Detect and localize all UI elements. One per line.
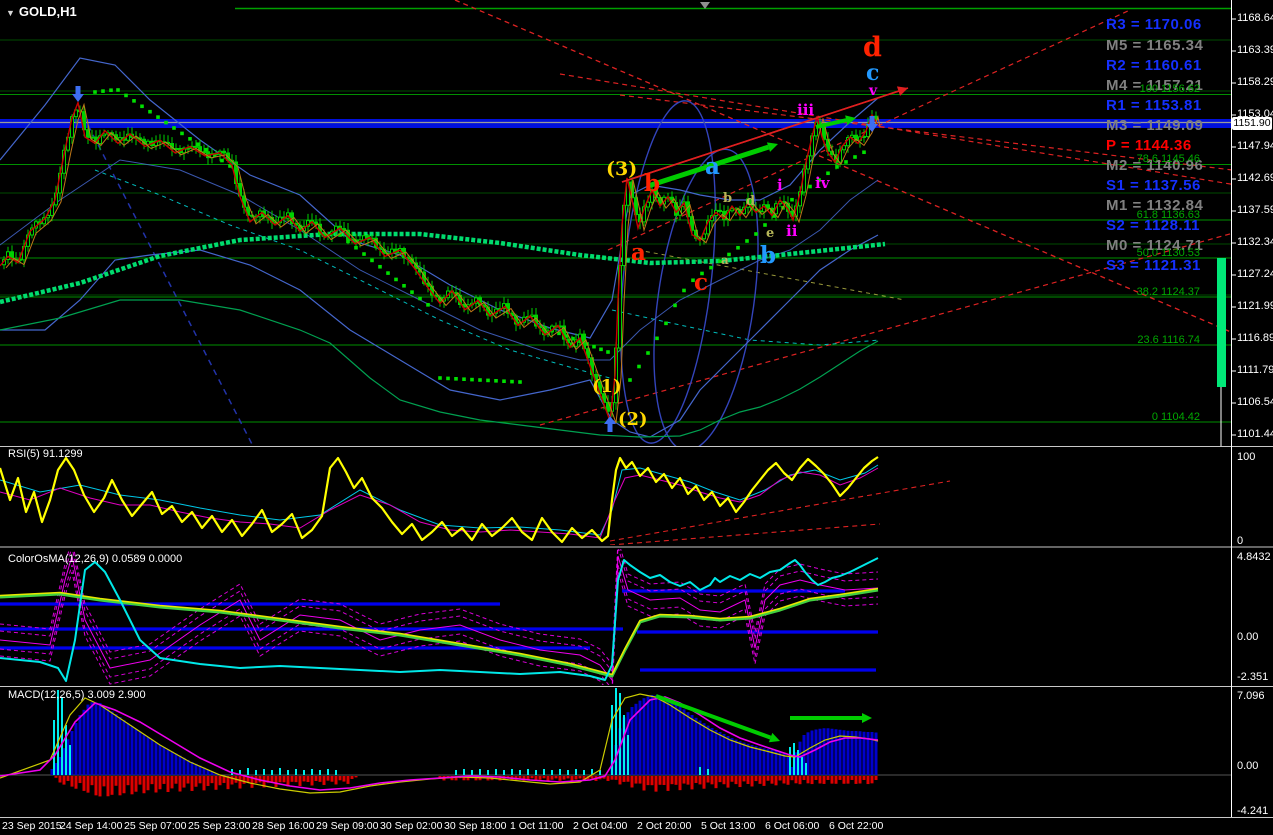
fib-level-label: 38.2 1124.37 [1136, 286, 1200, 298]
fib-level-label: 50.0 1130.53 [1136, 247, 1200, 259]
wave-label: v [869, 83, 878, 99]
pivot-label-m3: M3 = 1149.09 [1106, 117, 1204, 134]
price-tick: 1137.59 [1237, 204, 1273, 216]
wave-label: iv [815, 174, 830, 192]
pivot-label-s1: S1 = 1137.56 [1106, 177, 1201, 194]
fib-level-label: 100 1156.62 [1139, 83, 1200, 95]
macd-axis-value: -4.241 [1237, 805, 1269, 817]
osma-axis-value: 4.8432 [1237, 551, 1271, 563]
rsi-axis-value: 100 [1237, 451, 1256, 463]
price-tick: 1132.34 [1237, 236, 1273, 248]
wave-label: c [694, 269, 709, 296]
pivot-label-m5: M5 = 1165.34 [1106, 37, 1204, 54]
fib-level-label: 0 1104.42 [1151, 411, 1200, 423]
time-label: 2 Oct 04:00 [573, 820, 628, 832]
price-tick: 1168.64 [1237, 12, 1273, 24]
pivot-label-r2: R2 = 1160.61 [1106, 57, 1202, 74]
rsi-indicator-label: RSI(5) 91.1299 [8, 448, 83, 460]
price-tick: 1158.29 [1237, 76, 1273, 88]
price-tick: 1142.69 [1237, 172, 1273, 184]
wave-label: d [746, 194, 756, 209]
symbol-period-label: GOLD,H1 [18, 4, 77, 19]
wave-label: d [863, 32, 882, 63]
current-price-marker: 1151.90 [1232, 117, 1272, 130]
time-label: 25 Sep 23:00 [188, 820, 251, 832]
wave-label: ii [786, 222, 798, 240]
fib-level-label: 61.8 1136.63 [1136, 209, 1200, 221]
time-label: 5 Oct 13:00 [701, 820, 756, 832]
wave-label: b [723, 191, 733, 206]
price-tick: 1163.39 [1237, 44, 1273, 56]
wave-label: c [866, 60, 880, 86]
osma-axis-value: -2.351 [1237, 671, 1269, 683]
time-label: 25 Sep 07:00 [124, 820, 187, 832]
pivot-label-r1: R1 = 1153.81 [1106, 97, 1202, 114]
wave-label: (2) [618, 409, 648, 430]
wave-label: (1) [592, 376, 622, 397]
price-tick: 1101.44 [1237, 428, 1273, 440]
price-tick: 1147.94 [1237, 140, 1273, 152]
price-tick: 1121.99 [1237, 300, 1273, 312]
macd-indicator-label: MACD(12,26,5) 3.009 2.900 [8, 689, 146, 701]
time-label: 30 Sep 02:00 [380, 820, 443, 832]
time-label: 2 Oct 20:00 [637, 820, 692, 832]
fib-level-label: 78.6 1145.46 [1136, 153, 1200, 165]
wave-label: a [631, 239, 646, 266]
macd-axis-value: 0.00 [1237, 760, 1259, 772]
mt4-chart-window: ▼ GOLD,H1 RSI(5) 91.1299 ColorOsMA(12,26,… [0, 0, 1273, 835]
time-label: 24 Sep 14:00 [60, 820, 123, 832]
osma-indicator-label: ColorOsMA(12,26,9) 0.0589 0.0000 [8, 553, 183, 565]
time-label: 29 Sep 09:00 [316, 820, 379, 832]
wave-label: a [721, 253, 729, 267]
osma-axis-value: 0.00 [1237, 631, 1259, 643]
pivot-label-s3: S3 = 1121.31 [1106, 257, 1201, 274]
macd-axis-value: 7.096 [1237, 690, 1265, 702]
chart-title[interactable]: ▼ GOLD,H1 [6, 5, 77, 18]
wave-label: (3) [606, 158, 638, 180]
wave-label: b [644, 170, 661, 197]
price-tick: 1111.79 [1237, 364, 1273, 376]
wave-label: iii [797, 101, 815, 119]
time-label: 23 Sep 2015 [2, 820, 62, 832]
wave-label: a [705, 153, 720, 180]
time-label: 28 Sep 16:00 [252, 820, 315, 832]
time-label: 6 Oct 06:00 [765, 820, 820, 832]
rsi-axis-value: 0 [1237, 535, 1244, 547]
time-label: 1 Oct 11:00 [510, 820, 564, 832]
time-label: 6 Oct 22:00 [829, 820, 884, 832]
price-tick: 1127.24 [1237, 268, 1273, 280]
wave-label: b [760, 242, 777, 269]
wave-label: e [766, 226, 775, 241]
price-tick: 1106.54 [1237, 396, 1273, 408]
wave-label: i [777, 176, 783, 194]
price-tick: 1116.89 [1237, 332, 1273, 344]
time-label: 30 Sep 18:00 [444, 820, 507, 832]
dropdown-triangle-icon[interactable]: ▼ [6, 8, 15, 18]
fib-level-label: 23.6 1116.74 [1137, 334, 1200, 346]
pivot-label-p: P = 1144.36 [1106, 137, 1192, 154]
pivot-label-r3: R3 = 1170.06 [1106, 16, 1202, 33]
